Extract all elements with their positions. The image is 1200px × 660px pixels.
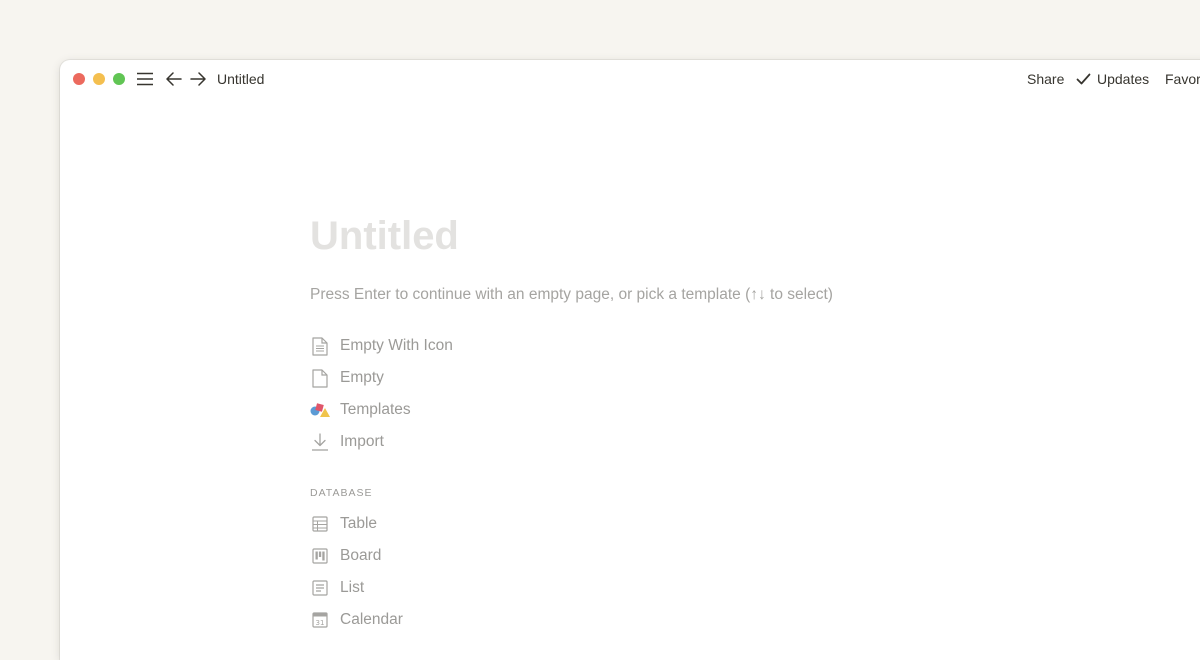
template-hint: Press Enter to continue with an empty pa… bbox=[310, 286, 833, 303]
option-empty[interactable]: Empty bbox=[310, 366, 384, 390]
updates-button[interactable]: Updates bbox=[1076, 70, 1149, 88]
calendar-icon-day: 31 bbox=[316, 619, 325, 627]
back-arrow-icon[interactable] bbox=[165, 70, 183, 88]
minimize-window-button[interactable] bbox=[93, 73, 105, 85]
shapes-icon bbox=[310, 400, 330, 420]
option-list[interactable]: List bbox=[310, 576, 364, 600]
forward-arrow-icon[interactable] bbox=[189, 70, 207, 88]
close-window-button[interactable] bbox=[73, 73, 85, 85]
page-title[interactable]: Untitled bbox=[310, 212, 459, 260]
calendar-icon: 31 bbox=[310, 610, 330, 630]
favorite-button[interactable]: Favori bbox=[1165, 70, 1200, 88]
option-label: Import bbox=[340, 433, 384, 450]
maximize-window-button[interactable] bbox=[113, 73, 125, 85]
list-icon bbox=[310, 578, 330, 598]
document-lines-icon bbox=[310, 336, 330, 356]
document-icon bbox=[310, 368, 330, 388]
option-calendar[interactable]: 31 Calendar bbox=[310, 608, 403, 632]
board-icon bbox=[310, 546, 330, 566]
option-table[interactable]: Table bbox=[310, 512, 377, 536]
download-icon bbox=[310, 432, 330, 452]
share-button[interactable]: Share bbox=[1027, 70, 1064, 88]
option-label: List bbox=[340, 579, 365, 596]
option-label: Empty With Icon bbox=[340, 337, 453, 354]
option-label: Calendar bbox=[340, 611, 403, 628]
option-label: Empty bbox=[340, 369, 384, 386]
updates-label: Updates bbox=[1097, 71, 1150, 87]
option-templates[interactable]: Templates bbox=[310, 398, 411, 422]
table-icon bbox=[310, 514, 330, 534]
option-label: Templates bbox=[340, 401, 411, 418]
app-window: Untitled Share Updates Favori Untitled P… bbox=[60, 60, 1200, 660]
title-bar: Untitled Share Updates Favori bbox=[60, 60, 1200, 98]
breadcrumb-page-title[interactable]: Untitled bbox=[217, 70, 264, 88]
hamburger-menu-icon[interactable] bbox=[136, 70, 154, 88]
option-board[interactable]: Board bbox=[310, 544, 381, 568]
option-label: Table bbox=[340, 515, 378, 532]
checkmark-icon bbox=[1076, 73, 1091, 85]
option-import[interactable]: Import bbox=[310, 430, 384, 454]
option-label: Board bbox=[340, 547, 382, 564]
database-section-label: DATABASE bbox=[310, 487, 373, 499]
option-empty-with-icon[interactable]: Empty With Icon bbox=[310, 334, 453, 358]
